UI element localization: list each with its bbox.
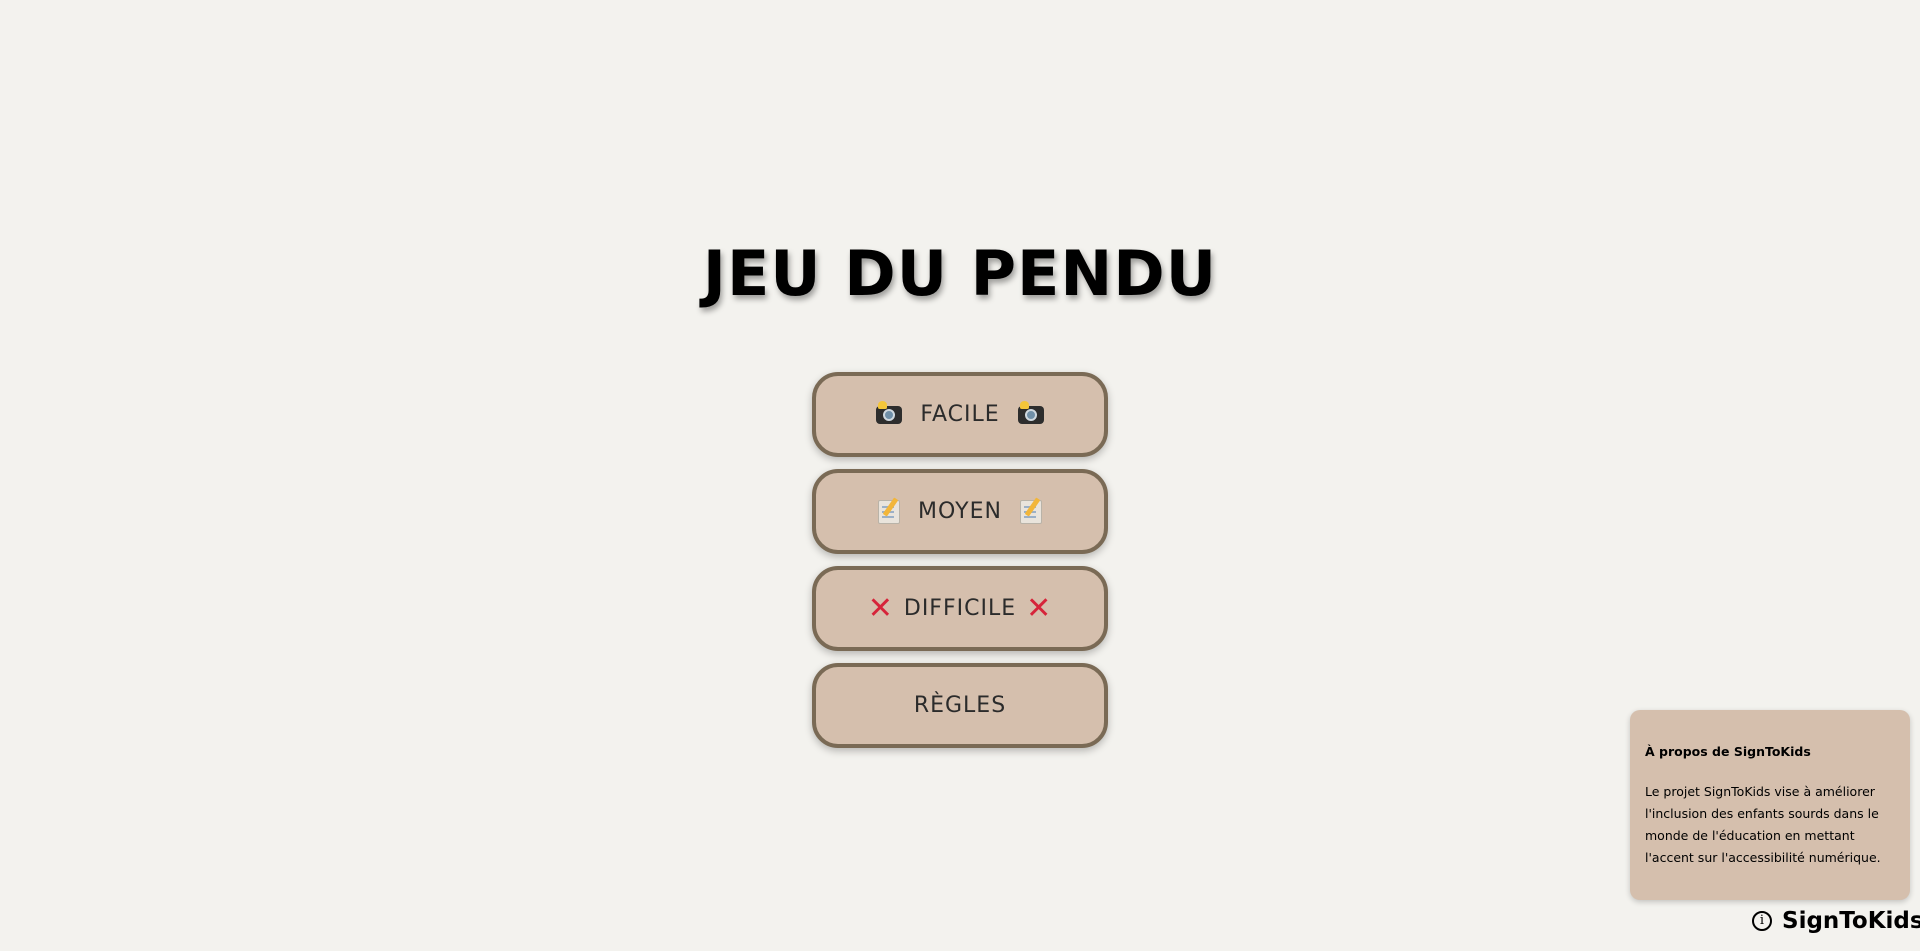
rules-button-label: RÈGLES [913, 693, 1007, 718]
memo-icon [1019, 499, 1042, 524]
cross-mark-icon: ✕ [1026, 590, 1053, 626]
easy-button[interactable]: FACILE [812, 372, 1108, 457]
page: JEU DU PENDU FACILE MOYEN ✕ DIFFICILE ✕ … [0, 0, 1920, 951]
info-icon[interactable]: i [1752, 911, 1772, 931]
about-popover: À propos de SignToKids Le projet SignToK… [1630, 710, 1910, 900]
page-title: JEU DU PENDU [702, 237, 1218, 310]
medium-button-label: MOYEN [918, 499, 1002, 524]
camera-flash-icon [1017, 400, 1044, 424]
cross-mark-icon: ✕ [867, 590, 894, 626]
about-title: À propos de SignToKids [1645, 744, 1811, 759]
hard-button[interactable]: ✕ DIFFICILE ✕ [812, 566, 1108, 651]
about-text: Le projet SignToKids vise à améliorer l'… [1645, 784, 1881, 865]
brand-footer: i SignToKids [1752, 906, 1920, 936]
difficulty-menu: FACILE MOYEN ✕ DIFFICILE ✕ RÈGLES [812, 372, 1108, 760]
easy-button-label: FACILE [920, 402, 1000, 427]
medium-button[interactable]: MOYEN [812, 469, 1108, 554]
brand-name: SignToKids [1782, 908, 1920, 934]
rules-button[interactable]: RÈGLES [812, 663, 1108, 748]
camera-flash-icon [876, 400, 903, 424]
memo-icon [878, 499, 901, 524]
hard-button-label: DIFFICILE [903, 596, 1017, 621]
